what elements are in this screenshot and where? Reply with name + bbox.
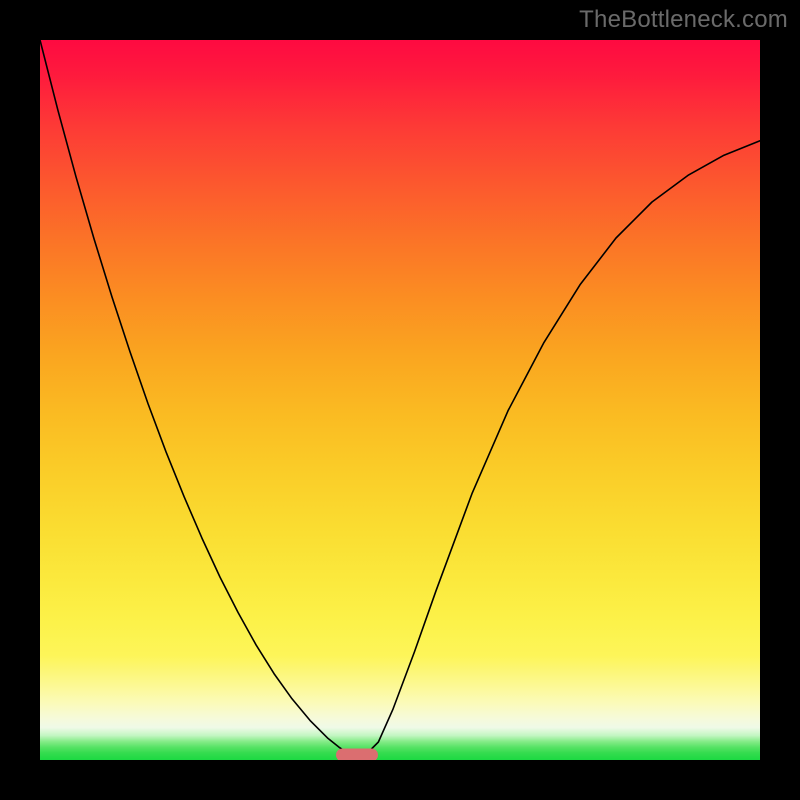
optimal-marker — [336, 749, 378, 760]
watermark-text: TheBottleneck.com — [579, 6, 788, 34]
plot-area — [40, 40, 760, 760]
curve-path — [40, 40, 760, 758]
bottleneck-curve — [40, 40, 760, 760]
chart-frame: TheBottleneck.com — [0, 0, 800, 800]
